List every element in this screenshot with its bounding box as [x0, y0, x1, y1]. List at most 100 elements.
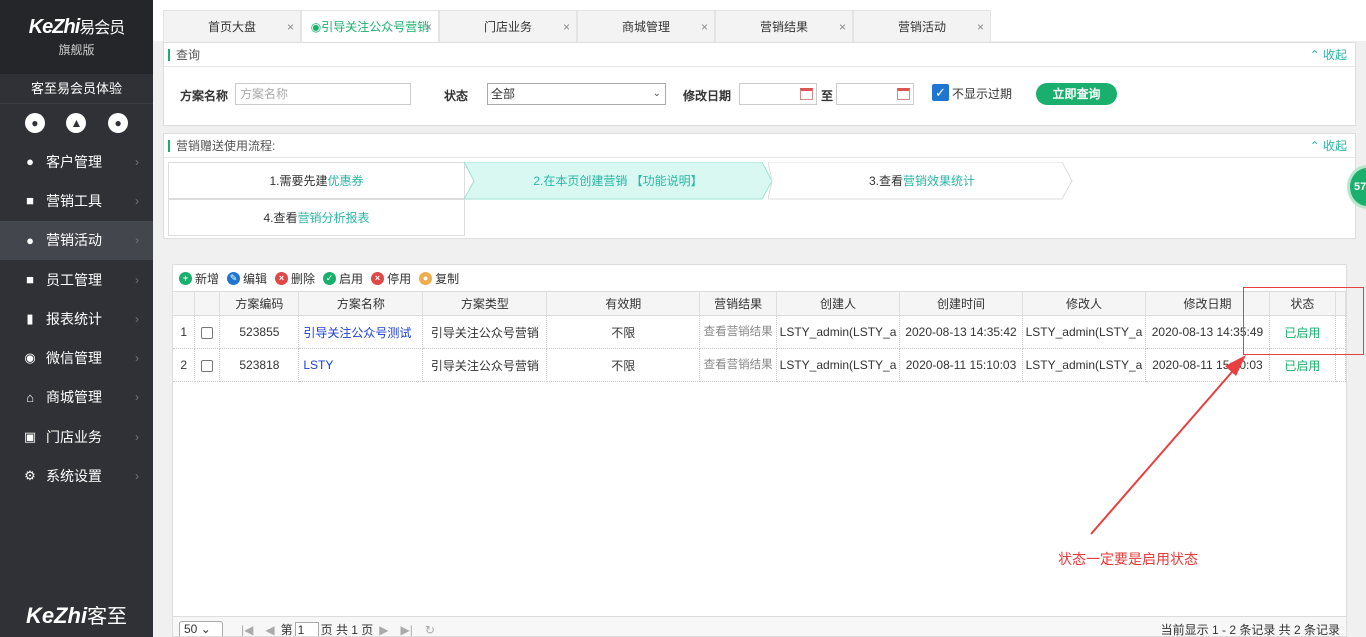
chevron-right-icon: ›	[135, 469, 139, 484]
sidebar-item-label: 微信管理	[46, 350, 102, 367]
sidebar-item-marketing-activities[interactable]: ● 营销活动 ›	[0, 220, 153, 260]
plus-icon: +	[179, 271, 192, 285]
date-label: 修改日期	[683, 89, 732, 103]
column-header[interactable]: 方案类型	[422, 291, 548, 316]
sidebar-item-shop[interactable]: ⌂ 商城管理 ›	[0, 378, 153, 417]
process-step-3[interactable]: 3.查看营销效果统计	[768, 162, 1078, 200]
prev-page-icon[interactable]: ◀	[265, 623, 274, 637]
cell-code: 523855	[219, 315, 300, 349]
status-select[interactable]: 全部 ⌄	[487, 83, 666, 105]
date-to-input[interactable]	[836, 83, 914, 105]
enable-button[interactable]: ✓ 启用	[323, 270, 363, 287]
last-page-icon[interactable]: ▶|	[401, 623, 413, 637]
analysis-report-link[interactable]: 营销分析报表	[298, 211, 370, 225]
table-row[interactable]: 2 523818 LSTY 引导关注公众号营销 不限 查看营销结果 LSTY_a…	[173, 348, 1347, 382]
cell-name-link[interactable]: 引导关注公众号测试	[298, 315, 424, 349]
page-number-input[interactable]: 1	[294, 621, 319, 636]
date-from-input[interactable]	[739, 83, 817, 105]
to-label: 至	[821, 89, 834, 103]
enable-label: 启用	[339, 271, 364, 286]
page-size-value: 50	[184, 622, 198, 636]
disable-button[interactable]: × 停用	[371, 270, 411, 287]
close-icon[interactable]: ×	[977, 11, 984, 43]
row-select[interactable]	[194, 315, 221, 349]
column-header[interactable]: 营销结果	[699, 291, 778, 316]
next-page-icon[interactable]: ▶	[379, 623, 388, 637]
sidebar-item-customers[interactable]: ● 客户管理 ›	[0, 142, 153, 181]
profile-icon[interactable]: ●	[24, 113, 45, 133]
table-row[interactable]: 1 523855 引导关注公众号测试 引导关注公众号营销 不限 查看营销结果 L…	[173, 315, 1347, 349]
collapse-toggle[interactable]: ⌃ 收起	[1310, 43, 1347, 67]
hide-expired-checkbox[interactable]: ✓	[932, 84, 949, 101]
gear-icon: ⚙	[24, 468, 36, 484]
refresh-icon[interactable]: ↻	[425, 623, 435, 637]
sidebar-item-reports[interactable]: ▮ 报表统计 ›	[0, 299, 153, 338]
close-icon[interactable]: ×	[425, 11, 432, 43]
plan-name-input[interactable]: 方案名称	[235, 83, 411, 105]
plan-table: 方案编码 方案名称 方案类型 有效期 营销结果 创建人 创建时间 修改人 修改日…	[173, 291, 1347, 382]
collapse-label: 收起	[1322, 48, 1347, 62]
tab-label: 引导关注公众号营销	[321, 20, 430, 34]
cell-validity: 不限	[546, 315, 701, 349]
process-step-4[interactable]: 4.查看营销分析报表	[168, 199, 465, 236]
cell-creator: LSTY_admin(LSTY_a	[776, 315, 901, 349]
cell-result-link[interactable]: 查看营销结果	[699, 348, 778, 382]
add-button[interactable]: + 新增	[179, 270, 219, 287]
cell-modifier: LSTY_admin(LSTY_a	[1022, 315, 1146, 349]
logo-edition: 旗舰版	[58, 43, 95, 57]
sidebar-item-staff[interactable]: ■ 员工管理 ›	[0, 260, 153, 299]
column-header[interactable]: 方案编码	[219, 291, 300, 316]
column-header[interactable]: 方案名称	[298, 291, 424, 316]
chevron-right-icon: ›	[135, 272, 139, 287]
collapse-label: 收起	[1322, 139, 1347, 153]
sidebar-nav: ● 客户管理 › ■ 营销工具 › ● 营销活动 › ■ 员工管理 › ▮ 报表统计 › ◉ 微信管理…	[0, 142, 153, 496]
tab-follow-marketing[interactable]: ◉引导关注公众号营销 ×	[301, 10, 439, 42]
process-step-2[interactable]: 2.在本页创建营销 【功能说明】	[464, 162, 774, 200]
tab-dashboard[interactable]: 首页大盘 ×	[163, 10, 301, 42]
edit-label: 编辑	[243, 271, 268, 286]
column-header[interactable]: 有效期	[546, 291, 701, 316]
sidebar-item-marketing-tools[interactable]: ■ 营销工具 ›	[0, 181, 153, 220]
tab-activities[interactable]: 营销活动 ×	[853, 10, 991, 42]
close-icon[interactable]: ×	[701, 11, 708, 43]
edit-button[interactable]: ✎ 编辑	[227, 270, 267, 287]
cell-name-link[interactable]: LSTY	[298, 348, 424, 382]
tab-shop[interactable]: 商城管理 ×	[577, 10, 715, 42]
copy-button[interactable]: ● 复制	[419, 270, 459, 287]
cell-result-link[interactable]: 查看营销结果	[699, 315, 778, 349]
first-page-icon[interactable]: |◀	[241, 623, 253, 637]
effect-stats-link[interactable]: 营销效果统计	[903, 173, 975, 188]
close-icon[interactable]: ×	[287, 11, 294, 43]
row-select[interactable]	[194, 348, 221, 382]
close-icon[interactable]: ×	[839, 11, 846, 43]
close-icon[interactable]: ×	[563, 11, 570, 43]
pager-controls: 50 ⌄ |◀ ◀ 第 1 页 共 1 页 ▶ ▶| ↻	[179, 621, 441, 636]
column-header[interactable]: 创建人	[776, 291, 901, 316]
pager: 50 ⌄ |◀ ◀ 第 1 页 共 1 页 ▶ ▶| ↻ 当前显示 1 - 2 …	[173, 616, 1346, 636]
cell-modifier: LSTY_admin(LSTY_a	[1022, 348, 1146, 382]
sidebar-item-settings[interactable]: ⚙ 系统设置 ›	[0, 456, 153, 495]
sidebar-item-store[interactable]: ▣ 门店业务 ›	[0, 417, 153, 456]
query-submit-button[interactable]: 立即查询	[1036, 83, 1117, 105]
tab-results[interactable]: 营销结果 ×	[715, 10, 853, 42]
bell-icon[interactable]: ▲	[66, 113, 87, 133]
power-icon[interactable]: ●	[108, 113, 129, 133]
collapse-toggle[interactable]: ⌃ 收起	[1310, 134, 1347, 158]
column-header[interactable]: 创建时间	[899, 291, 1023, 316]
chevron-right-icon: ›	[135, 154, 139, 169]
calendar-icon[interactable]	[800, 88, 813, 100]
process-step-1[interactable]: 1.需要先建优惠券	[168, 162, 465, 199]
disable-label: 停用	[387, 271, 412, 286]
coupon-link[interactable]: 优惠券	[328, 174, 364, 188]
calendar-icon[interactable]	[897, 88, 910, 100]
row-checkbox[interactable]	[201, 326, 214, 339]
sidebar-item-label: 门店业务	[46, 428, 102, 445]
sidebar-item-wechat[interactable]: ◉ 微信管理 ›	[0, 338, 153, 377]
tab-store[interactable]: 门店业务 ×	[439, 10, 577, 42]
delete-button[interactable]: × 删除	[275, 270, 315, 287]
account-name[interactable]: 客至易会员体验	[0, 74, 153, 104]
column-header[interactable]: 修改人	[1022, 291, 1146, 316]
page-size-select[interactable]: 50 ⌄	[179, 621, 223, 636]
row-checkbox[interactable]	[201, 359, 214, 372]
page-prefix: 第	[280, 623, 293, 636]
